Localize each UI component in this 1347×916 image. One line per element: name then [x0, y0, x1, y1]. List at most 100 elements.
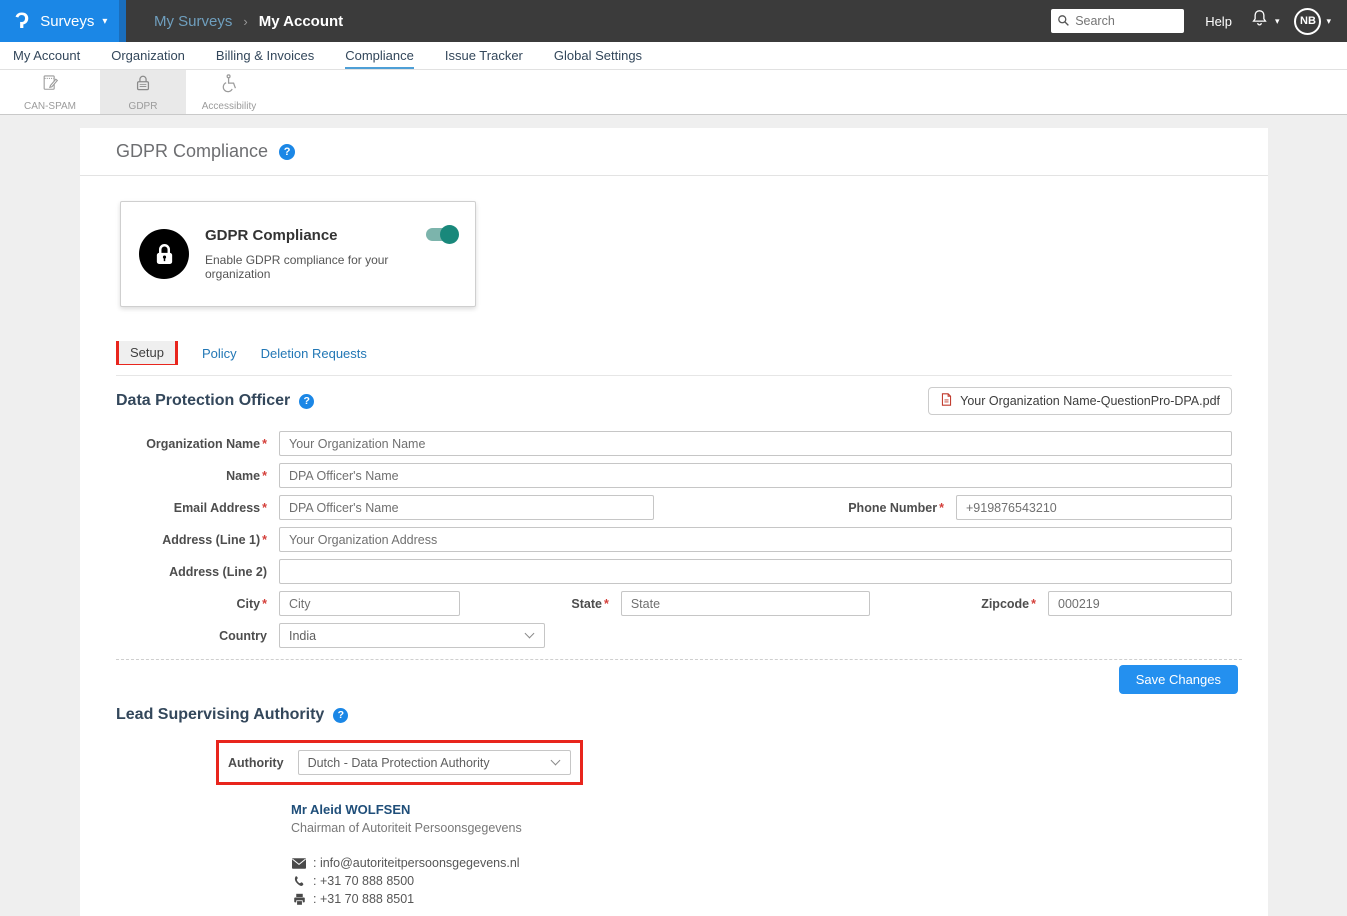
card-title: GDPR Compliance: [205, 227, 457, 244]
notifications-menu[interactable]: ▾: [1249, 8, 1280, 34]
compliance-subtabs: CAN-SPAM GDPR Accessibility: [0, 70, 1347, 115]
toggle-knob: [440, 225, 459, 244]
lock-circle-icon: [139, 229, 189, 279]
dpo-header: Data Protection Officer ? Your Organizat…: [116, 387, 1232, 415]
subtab-can-spam[interactable]: CAN-SPAM: [0, 70, 100, 114]
lsa-header: Lead Supervising Authority ?: [116, 706, 1232, 724]
subtab-accessibility[interactable]: Accessibility: [186, 70, 272, 114]
lsa-heading: Lead Supervising Authority: [116, 706, 324, 724]
contact-phone: : +31 70 888 8500: [313, 874, 414, 888]
page-help-icon[interactable]: ?: [279, 144, 295, 160]
subtab-label: Accessibility: [202, 101, 256, 112]
subtab-gdpr[interactable]: GDPR: [100, 70, 186, 114]
topbar-right: Help ▾ NB ▾: [1051, 8, 1347, 35]
form-row-address2: Address (Line 2): [116, 559, 1232, 584]
account-menu[interactable]: NB ▾: [1294, 8, 1331, 35]
contact-email: : info@autoriteitpersoonsgegevens.nl: [313, 856, 520, 870]
annotation-box-setup: Setup: [116, 341, 178, 365]
phone-label: Phone Number: [848, 501, 937, 515]
organization-name-input[interactable]: [279, 431, 1232, 456]
nav-global-settings[interactable]: Global Settings: [554, 48, 642, 67]
form-row-city-state-zip: City* State* Zipcode*: [116, 591, 1232, 616]
search-input[interactable]: [1051, 9, 1184, 33]
card-text: GDPR Compliance Enable GDPR compliance f…: [205, 227, 457, 281]
memo-pencil-icon: [40, 73, 60, 98]
breadcrumb-my-account: My Account: [259, 13, 343, 30]
pdf-file-icon: [940, 393, 953, 409]
search-box: [1051, 9, 1184, 33]
help-link[interactable]: Help: [1205, 14, 1232, 29]
tab-deletion-requests[interactable]: Deletion Requests: [261, 346, 367, 361]
gdpr-toggle[interactable]: [426, 228, 456, 241]
contact-fax: : +31 70 888 8501: [313, 892, 414, 906]
city-label: City: [237, 597, 261, 611]
top-bar: Ɂ Surveys ▾ My Surveys › My Account Help…: [0, 0, 1347, 42]
phone-icon: [291, 875, 307, 888]
contact-role: Chairman of Autoriteit Persoonsgegevens: [291, 821, 1232, 835]
breadcrumb-separator-icon: ›: [243, 14, 247, 29]
authority-label: Authority: [228, 756, 298, 770]
tab-policy[interactable]: Policy: [202, 346, 237, 361]
annotation-box-authority: Authority Dutch - Data Protection Author…: [216, 740, 583, 785]
product-menu[interactable]: Ɂ Surveys ▾: [0, 0, 126, 42]
page-title-row: GDPR Compliance ?: [80, 128, 1268, 176]
search-icon: [1057, 14, 1070, 32]
main-content: GDPR Compliance ? GDPR Compliance Enable…: [80, 128, 1268, 916]
tab-setup[interactable]: Setup: [119, 341, 175, 364]
section-divider: [116, 659, 1242, 660]
country-label: Country: [219, 629, 267, 643]
lsa-section: Lead Supervising Authority ? Authority D…: [80, 706, 1268, 906]
dpo-form: Organization Name* Name* Email Address* …: [116, 431, 1232, 648]
nav-billing-invoices[interactable]: Billing & Invoices: [216, 48, 314, 67]
city-input[interactable]: [279, 591, 460, 616]
subtab-label: CAN-SPAM: [24, 101, 76, 112]
account-nav: My Account Organization Billing & Invoic…: [0, 42, 1347, 70]
zipcode-label: Zipcode: [981, 597, 1029, 611]
phone-input[interactable]: [956, 495, 1232, 520]
state-input[interactable]: [621, 591, 870, 616]
questionpro-logo-icon: Ɂ: [15, 10, 29, 32]
lsa-help-icon[interactable]: ?: [333, 708, 348, 723]
form-row-organization-name: Organization Name*: [116, 431, 1232, 456]
form-row-email-phone: Email Address* Phone Number*: [116, 495, 1232, 520]
chevron-down-icon: [525, 629, 535, 639]
pdf-filename: Your Organization Name-QuestionPro-DPA.p…: [960, 394, 1220, 408]
address1-input[interactable]: [279, 527, 1232, 552]
gdpr-compliance-card: GDPR Compliance Enable GDPR compliance f…: [120, 201, 476, 307]
required-marker: *: [262, 501, 267, 515]
nav-my-account[interactable]: My Account: [13, 48, 80, 67]
address2-input[interactable]: [279, 559, 1232, 584]
avatar: NB: [1294, 8, 1321, 35]
bell-icon: [1249, 8, 1270, 34]
authority-select[interactable]: Dutch - Data Protection Authority: [298, 750, 571, 775]
authority-select-value: Dutch - Data Protection Authority: [308, 756, 490, 770]
nav-issue-tracker[interactable]: Issue Tracker: [445, 48, 523, 67]
required-marker: *: [604, 597, 609, 611]
padlock-icon: [133, 73, 153, 98]
chevron-down-icon: ▾: [1275, 16, 1280, 27]
dpo-help-icon[interactable]: ?: [299, 394, 314, 409]
dpa-pdf-button[interactable]: Your Organization Name-QuestionPro-DPA.p…: [928, 387, 1232, 415]
contact-email-line: : info@autoriteitpersoonsgegevens.nl: [291, 856, 1232, 870]
contact-name: Mr Aleid WOLFSEN: [291, 802, 1232, 817]
dpo-save-button[interactable]: Save Changes: [1119, 665, 1238, 694]
breadcrumb-my-surveys[interactable]: My Surveys: [154, 13, 232, 30]
required-marker: *: [939, 501, 944, 515]
authority-contact-card: Mr Aleid WOLFSEN Chairman of Autoriteit …: [291, 802, 1232, 906]
form-row-address1: Address (Line 1)*: [116, 527, 1232, 552]
email-label: Email Address: [174, 501, 260, 515]
gdpr-section-tabs: Setup Policy Deletion Requests: [116, 341, 1232, 376]
zipcode-input[interactable]: [1048, 591, 1232, 616]
nav-compliance[interactable]: Compliance: [345, 48, 414, 69]
address1-label: Address (Line 1): [162, 533, 260, 547]
country-select[interactable]: India: [279, 623, 545, 648]
form-row-country: Country India: [116, 623, 1232, 648]
fax-icon: [291, 893, 307, 906]
required-marker: *: [262, 469, 267, 483]
name-input[interactable]: [279, 463, 1232, 488]
page-title: GDPR Compliance: [116, 141, 268, 162]
logo-edge-divider: [119, 0, 126, 42]
email-input[interactable]: [279, 495, 654, 520]
name-label: Name: [226, 469, 260, 483]
nav-organization[interactable]: Organization: [111, 48, 185, 67]
